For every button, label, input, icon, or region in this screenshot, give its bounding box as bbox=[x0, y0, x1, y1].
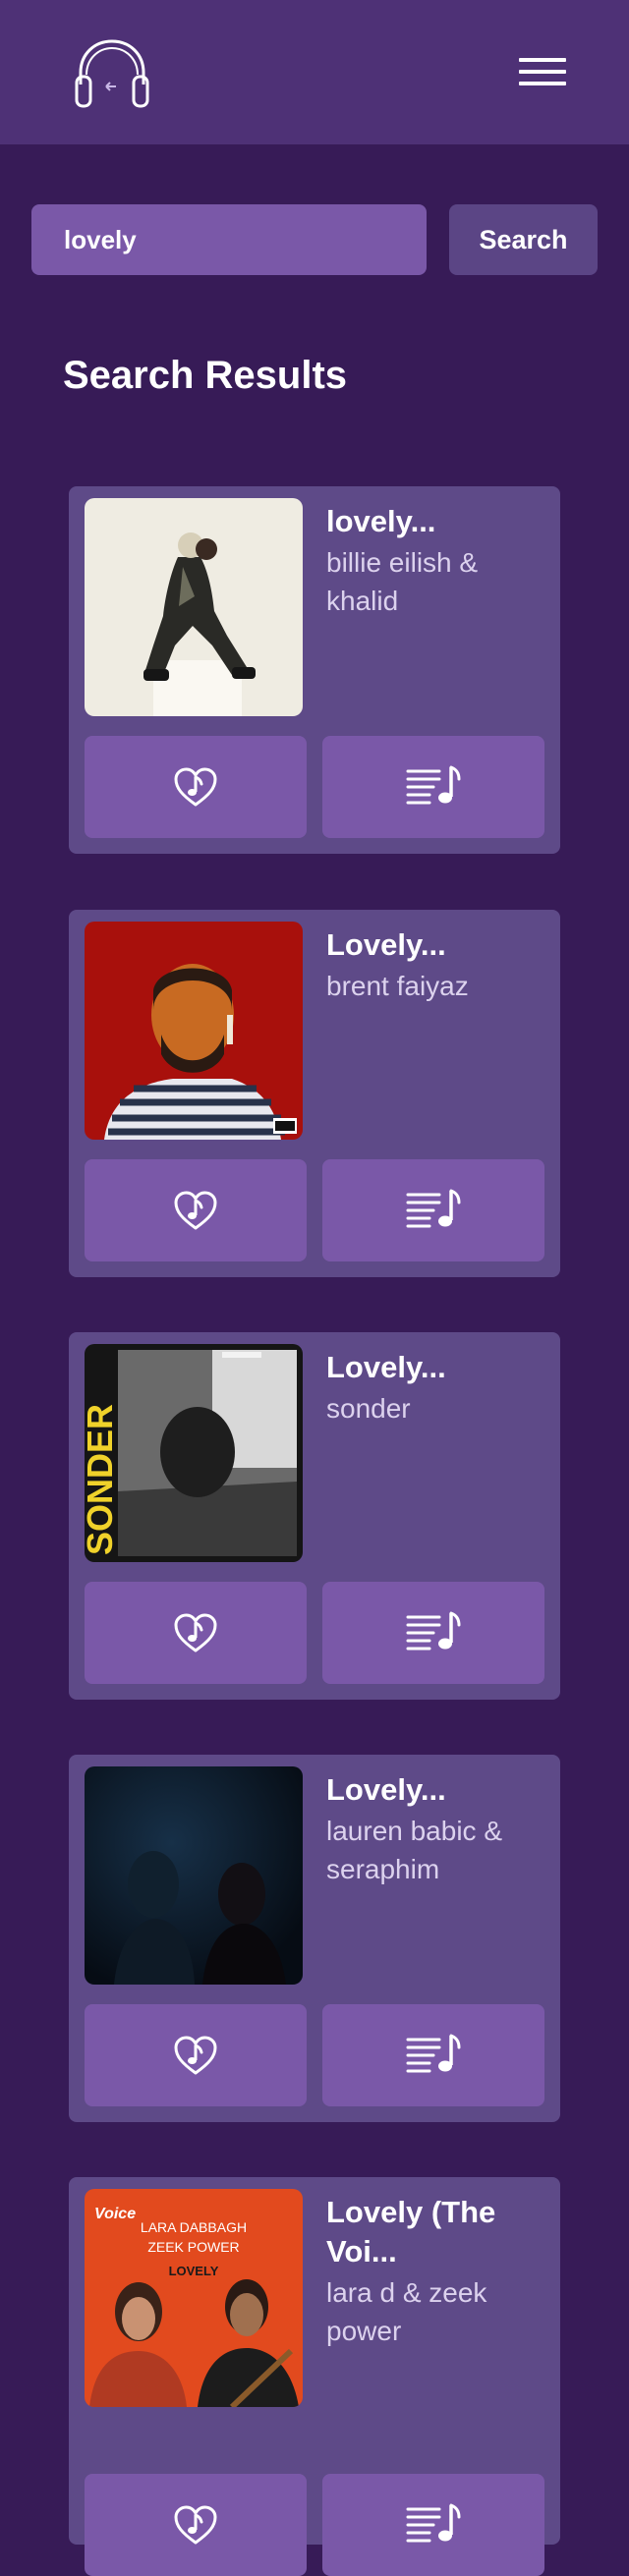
playlist-icon bbox=[406, 2032, 461, 2079]
hamburger-menu-icon[interactable] bbox=[515, 54, 570, 89]
favorite-button[interactable] bbox=[85, 1159, 307, 1261]
headphones-icon[interactable] bbox=[73, 37, 151, 110]
playlist-icon bbox=[406, 1187, 461, 1234]
result-card[interactable]: Lovely... lauren babic & seraphim bbox=[69, 1755, 560, 2122]
album-cover[interactable] bbox=[85, 922, 303, 1140]
cover-text: ZEEK POWER bbox=[147, 2239, 239, 2255]
cover-text: Voice bbox=[94, 2206, 136, 2222]
playlist-icon bbox=[406, 763, 461, 811]
song-artist: billie eilish & khalid bbox=[326, 547, 479, 616]
song-title: Lovely... bbox=[326, 927, 446, 962]
search-button[interactable]: Search bbox=[449, 204, 598, 275]
song-artist: lauren babic & seraphim bbox=[326, 1816, 503, 1884]
result-card[interactable]: Voice LARA DABBAGH ZEEK POWER LOVELY Lov… bbox=[69, 2177, 560, 2576]
album-cover[interactable]: SONDER bbox=[85, 1344, 303, 1562]
song-artist: sonder bbox=[326, 1393, 411, 1424]
search-input[interactable] bbox=[31, 204, 427, 275]
playlist-icon bbox=[406, 2501, 461, 2548]
app-header bbox=[0, 0, 629, 144]
playlist-icon bbox=[406, 1609, 461, 1656]
favorite-button[interactable] bbox=[85, 2004, 307, 2106]
favorite-button[interactable] bbox=[85, 2474, 307, 2576]
song-title: Lovely (The Voi... bbox=[326, 2195, 496, 2268]
favorite-button[interactable] bbox=[85, 736, 307, 838]
heart-music-icon bbox=[172, 1187, 219, 1234]
song-artist: lara d & zeek power bbox=[326, 2277, 487, 2346]
result-card[interactable]: Lovely... brent faiyaz bbox=[69, 910, 560, 1277]
cover-text: LARA DABBAGH bbox=[141, 2219, 247, 2235]
song-title: Lovely... bbox=[326, 1350, 446, 1384]
heart-music-icon bbox=[172, 763, 219, 811]
heart-music-icon bbox=[172, 2501, 219, 2548]
heart-music-icon bbox=[172, 1609, 219, 1656]
add-to-playlist-button[interactable] bbox=[322, 1159, 544, 1261]
add-to-playlist-button[interactable] bbox=[322, 2474, 544, 2576]
add-to-playlist-button[interactable] bbox=[322, 736, 544, 838]
result-card[interactable]: SONDER Lovely... sonder bbox=[69, 1332, 560, 1700]
add-to-playlist-button[interactable] bbox=[322, 1582, 544, 1684]
song-artist: brent faiyaz bbox=[326, 971, 469, 1001]
heart-music-icon bbox=[172, 2032, 219, 2079]
album-cover[interactable] bbox=[85, 498, 303, 716]
favorite-button[interactable] bbox=[85, 1582, 307, 1684]
result-card[interactable]: lovely... billie eilish & khalid bbox=[69, 486, 560, 854]
song-title: Lovely... bbox=[326, 1772, 446, 1807]
cover-text: SONDER bbox=[85, 1404, 120, 1555]
cover-text: LOVELY bbox=[169, 2264, 219, 2278]
search-results-heading: Search Results bbox=[63, 354, 348, 397]
album-cover[interactable] bbox=[85, 1766, 303, 1985]
add-to-playlist-button[interactable] bbox=[322, 2004, 544, 2106]
song-title: lovely... bbox=[326, 504, 436, 538]
album-cover[interactable]: Voice LARA DABBAGH ZEEK POWER LOVELY bbox=[85, 2189, 303, 2407]
